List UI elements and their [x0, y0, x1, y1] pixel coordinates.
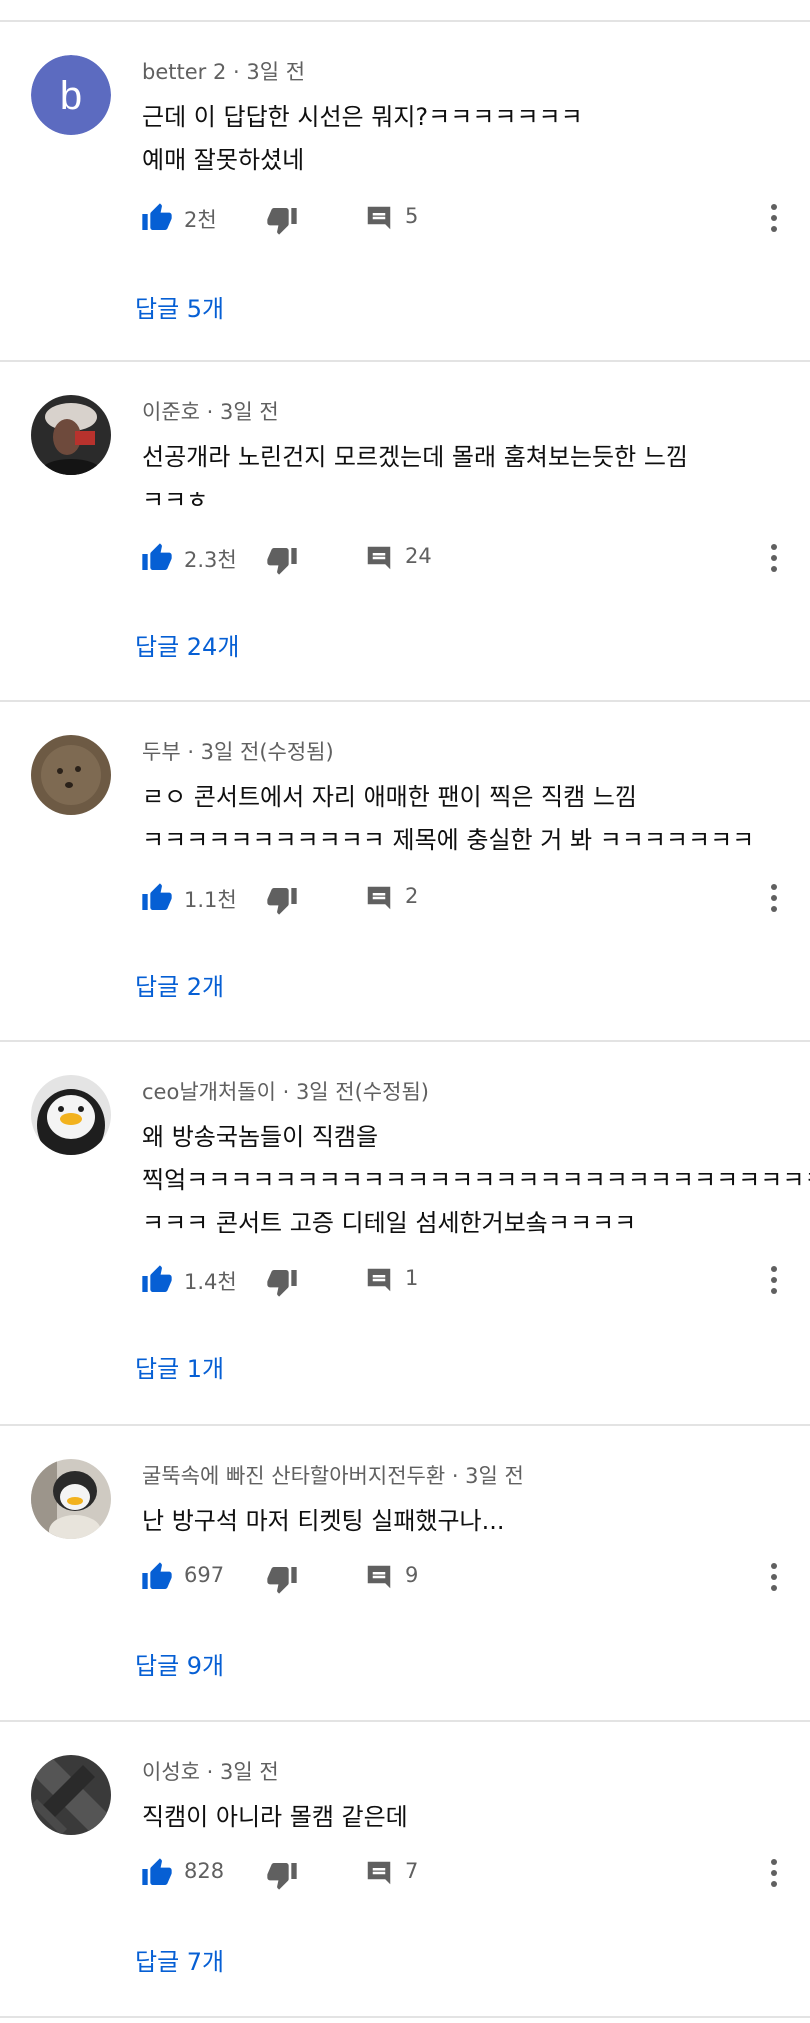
comment-thread: ceo날개처돌이 · 3일 전(수정됨) 왜 방송국놈들이 직캠을 찍엌ㅋㅋㅋㅋ…	[0, 1042, 810, 1424]
comment-line: ㄹㅇ 콘서트에서 자리 애매한 팬이 찍은 직캠 느낌	[142, 783, 638, 811]
more-options-icon[interactable]	[764, 880, 784, 916]
comment-line: 왜 방송국놈들이 직캠을	[142, 1123, 379, 1151]
more-options-icon[interactable]	[764, 1262, 784, 1298]
dark-pattern-avatar-icon	[31, 1755, 111, 1835]
view-replies-button[interactable]: 답글 5개	[135, 289, 224, 324]
reply-count: 7	[405, 1859, 419, 1883]
reply-comment-icon[interactable]	[364, 1562, 394, 1592]
view-replies-button[interactable]: 답글 2개	[135, 967, 224, 1002]
avatar-letter: b	[60, 74, 82, 118]
comment-line: 찍엌ㅋㅋㅋㅋㅋㅋㅋㅋㅋㅋㅋㅋㅋㅋㅋㅋㅋㅋㅋㅋㅋㅋㅋㅋㅋㅋㅋㅋㅋㅋ	[142, 1166, 810, 1194]
comment-actions: 2천 5	[0, 198, 810, 238]
penguin-avatar-icon	[31, 1075, 111, 1155]
comment-actions: 1.4천 1	[0, 1260, 810, 1300]
thumbs-up-icon[interactable]	[141, 1264, 173, 1296]
avatar[interactable]: b	[31, 55, 111, 135]
comment-thread: 이준호 · 3일 전 선공개라 노린건지 모르겠는데 몰래 훔쳐보는듯한 느낌 …	[0, 362, 810, 700]
comment-line: ㅋㅋㅋㅋㅋㅋㅋㅋㅋㅋㅋ 제목에 충실한 거 봐 ㅋㅋㅋㅋㅋㅋㅋ	[142, 826, 755, 854]
comment-actions: 1.1천 2	[0, 878, 810, 918]
like-count: 697	[184, 1563, 225, 1587]
reply-count: 9	[405, 1563, 419, 1587]
comment-line: ㅋㅋㅎ	[142, 486, 209, 514]
divider	[0, 2016, 810, 2018]
comment-line: 난 방구석 마저 티켓팅 실패했구나...	[142, 1507, 505, 1535]
reply-comment-icon[interactable]	[364, 203, 394, 233]
thumbs-down-icon[interactable]	[266, 1563, 298, 1595]
comment-meta[interactable]: 두부 · 3일 전(수정됨)	[142, 736, 334, 766]
reply-comment-icon[interactable]	[364, 1265, 394, 1295]
avatar[interactable]	[31, 1075, 111, 1155]
reply-count: 1	[405, 1266, 419, 1290]
view-replies-button[interactable]: 답글 1개	[135, 1349, 224, 1384]
comment-thread: 굴뚝속에 빠진 산타할아버지전두환 · 3일 전 난 방구석 마저 티켓팅 실패…	[0, 1426, 810, 1720]
comment-actions: 828 7	[0, 1853, 810, 1893]
thumbs-up-icon[interactable]	[141, 1561, 173, 1593]
comment-line: 직캠이 아니라 몰캠 같은데	[142, 1803, 408, 1831]
comment-text: 왜 방송국놈들이 직캠을 찍엌ㅋㅋㅋㅋㅋㅋㅋㅋㅋㅋㅋㅋㅋㅋㅋㅋㅋㅋㅋㅋㅋㅋㅋㅋㅋ…	[142, 1116, 810, 1245]
comment-line: 예매 잘못하셨네	[142, 146, 305, 174]
comment-thread: 이성호 · 3일 전 직캠이 아니라 몰캠 같은데 828 7 답글 7개	[0, 1722, 810, 2016]
person-photo-avatar-icon	[31, 395, 111, 475]
reply-count: 24	[405, 544, 432, 568]
avatar[interactable]	[31, 1755, 111, 1835]
thumbs-up-icon[interactable]	[141, 202, 173, 234]
thumbs-down-icon[interactable]	[266, 544, 298, 576]
more-options-icon[interactable]	[764, 200, 784, 236]
thumbs-up-icon[interactable]	[141, 1857, 173, 1889]
thumbs-up-icon[interactable]	[141, 542, 173, 574]
avatar[interactable]	[31, 395, 111, 475]
reply-comment-icon[interactable]	[364, 883, 394, 913]
reply-count: 2	[405, 884, 419, 908]
comment-meta[interactable]: 이준호 · 3일 전	[142, 396, 279, 426]
comment-text: 근데 이 답답한 시선은 뭐지?ㅋㅋㅋㅋㅋㅋㅋ 예매 잘못하셨네	[142, 96, 583, 182]
comment-meta[interactable]: 굴뚝속에 빠진 산타할아버지전두환 · 3일 전	[142, 1460, 524, 1490]
comment-actions: 697 9	[0, 1557, 810, 1597]
thumbs-down-icon[interactable]	[266, 1859, 298, 1891]
view-replies-button[interactable]: 답글 9개	[135, 1646, 224, 1681]
avatar[interactable]	[31, 1459, 111, 1539]
comment-text: 직캠이 아니라 몰캠 같은데	[142, 1796, 408, 1839]
like-count: 828	[184, 1859, 225, 1883]
like-count: 1.4천	[184, 1270, 237, 1294]
thumbs-down-icon[interactable]	[266, 884, 298, 916]
thumbs-up-icon[interactable]	[141, 882, 173, 914]
more-options-icon[interactable]	[764, 540, 784, 576]
thumbs-down-icon[interactable]	[266, 1266, 298, 1298]
reply-comment-icon[interactable]	[364, 543, 394, 573]
more-options-icon[interactable]	[764, 1559, 784, 1595]
comment-meta[interactable]: 이성호 · 3일 전	[142, 1756, 279, 1786]
comment-actions: 2.3천 24	[0, 538, 810, 578]
like-count: 2.3천	[184, 548, 237, 572]
more-options-icon[interactable]	[764, 1855, 784, 1891]
comment-meta[interactable]: ceo날개처돌이 · 3일 전(수정됨)	[142, 1076, 429, 1106]
comment-thread: 두부 · 3일 전(수정됨) ㄹㅇ 콘서트에서 자리 애매한 팬이 찍은 직캠 …	[0, 702, 810, 1040]
view-replies-button[interactable]: 답글 7개	[135, 1942, 224, 1977]
penguin-costume-avatar-icon	[31, 1459, 111, 1539]
reply-comment-icon[interactable]	[364, 1858, 394, 1888]
reply-count: 5	[405, 204, 419, 228]
comment-line: 선공개라 노린건지 모르겠는데 몰래 훔쳐보는듯한 느낌	[142, 443, 688, 471]
letter-avatar-icon: b	[31, 55, 111, 135]
comment-text: ㄹㅇ 콘서트에서 자리 애매한 팬이 찍은 직캠 느낌 ㅋㅋㅋㅋㅋㅋㅋㅋㅋㅋㅋ …	[142, 776, 754, 862]
comment-line: ㅋㅋㅋ 콘서트 고증 디테일 섬세한거보솤ㅋㅋㅋㅋ	[142, 1209, 637, 1237]
comment-text: 난 방구석 마저 티켓팅 실패했구나...	[142, 1500, 505, 1543]
comment-text: 선공개라 노린건지 모르겠는데 몰래 훔쳐보는듯한 느낌 ㅋㅋㅎ	[142, 436, 688, 522]
avatar[interactable]	[31, 735, 111, 815]
comment-thread: b better 2 · 3일 전 근데 이 답답한 시선은 뭐지?ㅋㅋㅋㅋㅋㅋ…	[0, 22, 810, 360]
like-count: 2천	[184, 208, 217, 232]
face-photo-avatar-icon	[31, 735, 111, 815]
comment-meta[interactable]: better 2 · 3일 전	[142, 56, 305, 86]
comment-line: 근데 이 답답한 시선은 뭐지?ㅋㅋㅋㅋㅋㅋㅋ	[142, 103, 583, 131]
thumbs-down-icon[interactable]	[266, 204, 298, 236]
like-count: 1.1천	[184, 888, 237, 912]
view-replies-button[interactable]: 답글 24개	[135, 627, 239, 662]
